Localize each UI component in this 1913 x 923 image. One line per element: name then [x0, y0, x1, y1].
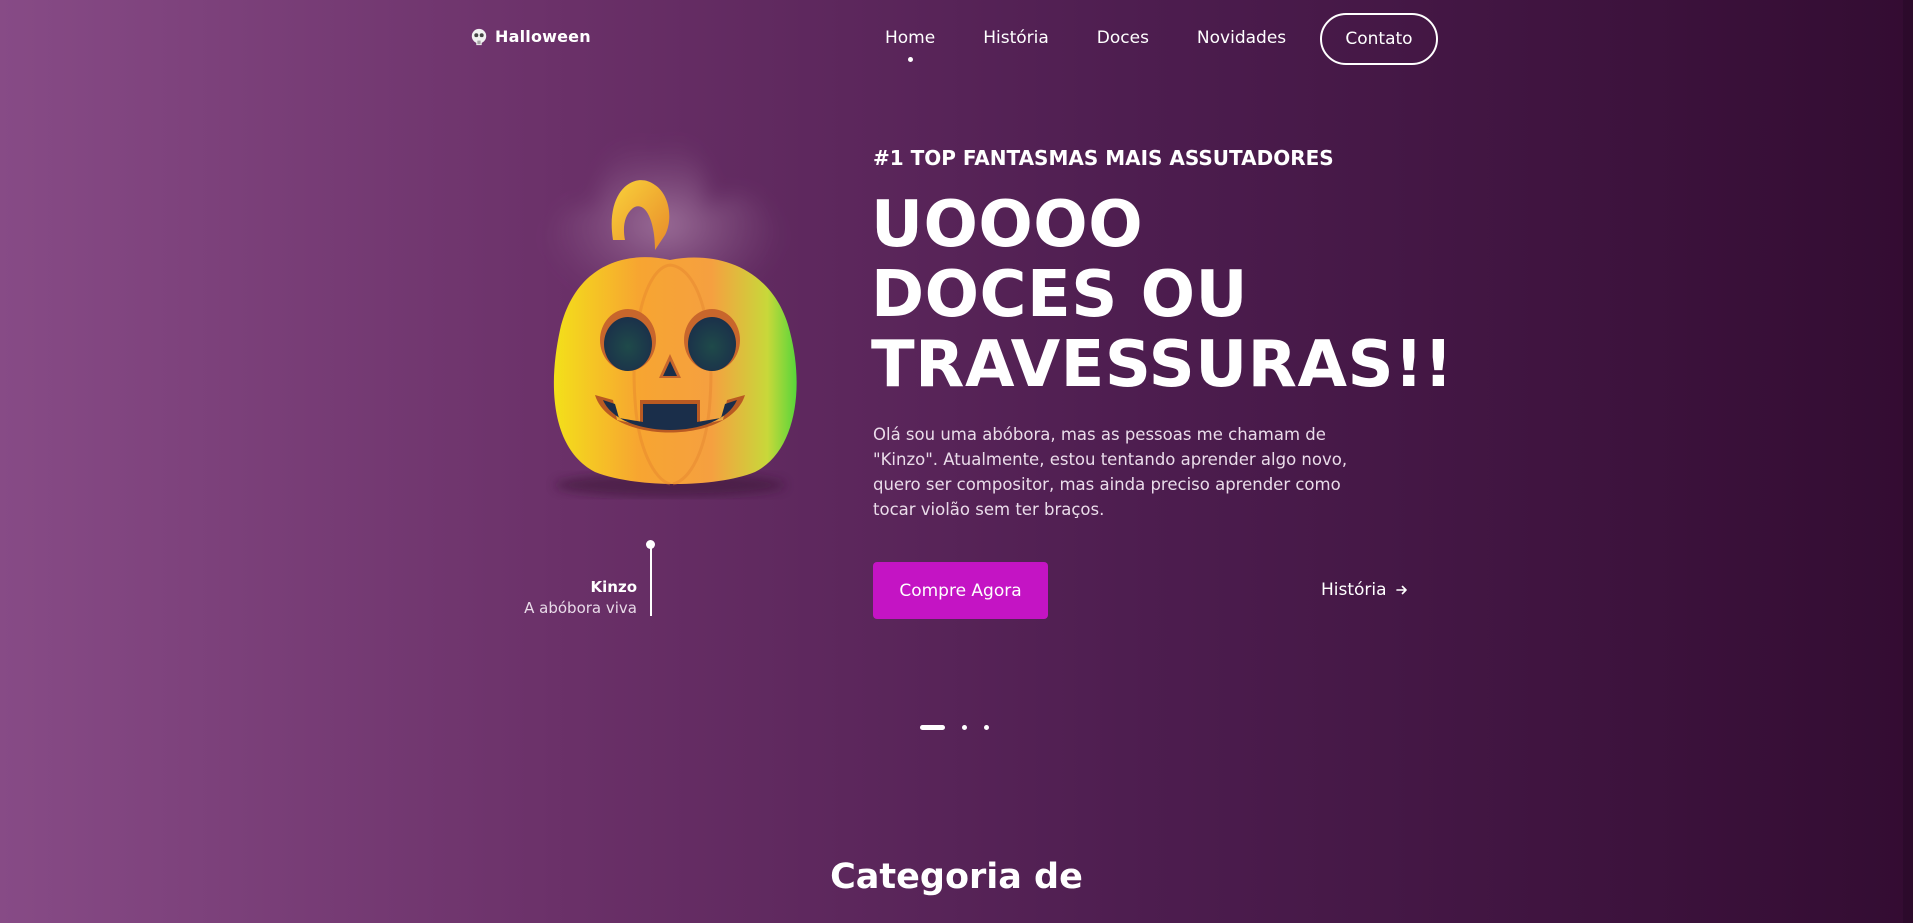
- character-name: Kinzo: [590, 578, 637, 596]
- ghost-skull-icon: [471, 28, 487, 45]
- arrow-right-icon: [1395, 585, 1407, 595]
- contact-button[interactable]: Contato: [1320, 13, 1438, 65]
- hero-headline: UOOOO DOCES OU TRAVESSURAS!!: [871, 190, 1453, 400]
- section-title: Categoria de: [830, 857, 1083, 897]
- buy-now-button[interactable]: Compre Agora: [873, 562, 1048, 619]
- carousel-dot-2[interactable]: [962, 725, 967, 730]
- logo-text: Halloween: [495, 27, 591, 46]
- headline-line-1: UOOOO: [871, 188, 1144, 262]
- caption-pointer-line: [650, 544, 652, 616]
- main-nav: Home História Doces Novidades: [885, 28, 1334, 62]
- hero-eyebrow: #1 TOP FANTASMAS MAIS ASSUTADORES: [873, 146, 1334, 170]
- site-logo[interactable]: Halloween: [470, 27, 591, 46]
- pumpkin-illustration: [539, 139, 797, 497]
- character-subtitle: A abóbora viva: [524, 599, 637, 617]
- nav-item-novidades[interactable]: Novidades: [1197, 28, 1286, 48]
- nav-item-historia[interactable]: História: [983, 28, 1049, 48]
- headline-line-2: DOCES OU: [871, 258, 1248, 332]
- story-link-label: História: [1321, 580, 1387, 600]
- carousel-indicators: [920, 725, 989, 730]
- carousel-dot-3[interactable]: [984, 725, 989, 730]
- page-scrollbar[interactable]: [1903, 0, 1913, 923]
- nav-item-home[interactable]: Home: [885, 28, 935, 62]
- hero-description: Olá sou uma abóbora, mas as pessoas me c…: [873, 425, 1348, 519]
- story-link[interactable]: História: [1321, 580, 1408, 600]
- carousel-dot-1[interactable]: [920, 725, 945, 730]
- nav-item-doces[interactable]: Doces: [1097, 28, 1149, 48]
- headline-line-3: TRAVESSURAS!!: [871, 328, 1454, 402]
